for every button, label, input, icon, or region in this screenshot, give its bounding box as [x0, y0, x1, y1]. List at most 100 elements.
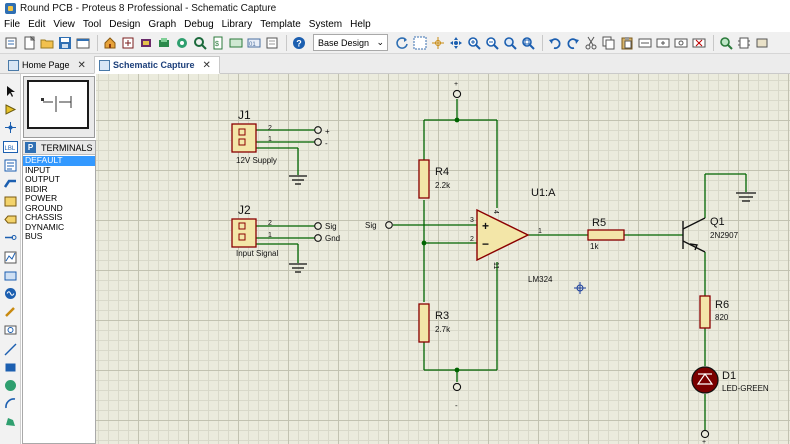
tab-schematic-capture-label: Schematic Capture — [113, 60, 195, 70]
zoom-out-icon[interactable] — [484, 35, 500, 51]
resistor-r4[interactable]: R4 2.2k — [418, 159, 451, 199]
device-pins-mode-icon[interactable] — [3, 230, 18, 244]
r5-ref: R5 — [592, 217, 606, 229]
schematic-canvas[interactable]: J1 12V Supply 2 1 + - J2 Input Signal 2 … — [96, 74, 790, 444]
gerber-viewer-icon[interactable] — [174, 35, 190, 51]
connector-j1[interactable]: J1 12V Supply 2 1 + - — [231, 108, 330, 165]
active-popup-mode-icon[interactable] — [3, 268, 18, 282]
terminals-panel-title: TERMINALS — [41, 142, 93, 153]
chevron-down-icon: ⌄ — [376, 37, 384, 47]
resistor-r6[interactable]: R6 820 — [699, 295, 729, 329]
design-explorer-icon[interactable] — [192, 35, 208, 51]
component-mode-icon[interactable] — [3, 102, 18, 116]
selection-mode-icon[interactable] — [3, 84, 18, 98]
menu-help[interactable]: Help — [346, 19, 375, 30]
terminals-panel-header: P TERMINALS — [23, 141, 95, 155]
subcircuit-mode-icon[interactable] — [3, 194, 18, 208]
r3-value: 2.7k — [435, 325, 451, 334]
cut-icon[interactable] — [583, 35, 599, 51]
toggle-grid-icon[interactable] — [412, 35, 428, 51]
open-folder-icon[interactable] — [39, 35, 55, 51]
copy-icon[interactable] — [601, 35, 617, 51]
menu-system[interactable]: System — [305, 19, 346, 30]
design-variant-dropdown[interactable]: Base Design ⌄ — [313, 34, 388, 51]
new-project-icon[interactable] — [21, 35, 37, 51]
virtual-instruments-mode-icon[interactable] — [3, 322, 18, 336]
junction-dot-icon[interactable] — [3, 120, 18, 134]
pick-parts-icon[interactable] — [718, 35, 734, 51]
undo-icon[interactable] — [547, 35, 563, 51]
paste-icon[interactable] — [619, 35, 635, 51]
help-icon[interactable]: ? — [291, 35, 307, 51]
home-page-icon — [8, 59, 19, 71]
close-project-icon[interactable] — [75, 35, 91, 51]
terminals-mode-icon[interactable] — [3, 212, 18, 226]
bottom-ground-terminal-label: - — [455, 401, 458, 410]
new-sheet-icon[interactable] — [3, 35, 19, 51]
menu-edit[interactable]: Edit — [24, 19, 49, 30]
pan-icon[interactable] — [448, 35, 464, 51]
toolbar-separator — [286, 34, 287, 51]
2d-box-icon[interactable] — [3, 360, 18, 374]
make-device-icon[interactable] — [736, 35, 752, 51]
menu-tool[interactable]: Tool — [79, 19, 105, 30]
project-notes-icon[interactable] — [264, 35, 280, 51]
u1-ref: U1:A — [531, 187, 556, 199]
zoom-all-icon[interactable] — [502, 35, 518, 51]
j2-gnd-terminal-label: Gnd — [325, 234, 340, 243]
d1-value: LED-GREEN — [722, 384, 769, 393]
schematic-capture-icon[interactable] — [120, 35, 136, 51]
menu-library[interactable]: Library — [218, 19, 257, 30]
schematic-drawing[interactable]: J1 12V Supply 2 1 + - J2 Input Signal 2 … — [96, 74, 790, 444]
tab-schematic-capture[interactable]: Schematic Capture ✕ — [94, 56, 220, 74]
menu-graph[interactable]: Graph — [144, 19, 180, 30]
toggle-origin-icon[interactable] — [430, 35, 446, 51]
block-copy-icon[interactable] — [637, 35, 653, 51]
block-rotate-icon[interactable] — [673, 35, 689, 51]
pick-button[interactable]: P — [25, 142, 36, 153]
transistor-q1[interactable]: Q1 2N2907 — [682, 216, 739, 253]
tab-home-page[interactable]: Home Page ✕ — [4, 56, 90, 74]
redo-icon[interactable] — [565, 35, 581, 51]
source-code-icon[interactable]: 01 — [246, 35, 262, 51]
package-tool-icon[interactable] — [754, 35, 770, 51]
close-icon[interactable]: ✕ — [203, 60, 211, 71]
generator-mode-icon[interactable] — [3, 286, 18, 300]
close-icon[interactable]: ✕ — [78, 60, 86, 71]
zoom-area-icon[interactable] — [520, 35, 536, 51]
buses-mode-icon[interactable] — [3, 176, 18, 190]
menu-view[interactable]: View — [49, 19, 79, 30]
3d-viewer-icon[interactable] — [156, 35, 172, 51]
svg-text:$: $ — [215, 41, 219, 48]
terminal-item-bus[interactable]: BUS — [23, 231, 95, 242]
probe-mode-icon[interactable] — [3, 304, 18, 318]
2d-line-icon[interactable] — [3, 342, 18, 356]
wire-label-icon[interactable]: LBL — [3, 140, 18, 154]
schematic-capture-tab-icon — [99, 59, 110, 71]
refresh-icon[interactable] — [394, 35, 410, 51]
menu-debug[interactable]: Debug — [180, 19, 217, 30]
2d-arc-icon[interactable] — [3, 396, 18, 410]
block-delete-icon[interactable] — [691, 35, 707, 51]
overview-viewport[interactable] — [27, 80, 89, 129]
2d-circle-icon[interactable] — [3, 378, 18, 392]
menu-design[interactable]: Design — [105, 19, 144, 30]
graph-mode-icon[interactable] — [3, 250, 18, 264]
block-move-icon[interactable] — [655, 35, 671, 51]
menu-template[interactable]: Template — [256, 19, 305, 30]
overview-window[interactable] — [23, 76, 95, 138]
text-script-icon[interactable] — [3, 158, 18, 172]
zoom-in-icon[interactable] — [466, 35, 482, 51]
resistor-r3[interactable]: R3 2.7k — [418, 303, 451, 343]
led-d1[interactable]: D1 LED-GREEN — [691, 366, 769, 394]
2d-path-icon[interactable] — [3, 414, 18, 428]
save-icon[interactable] — [57, 35, 73, 51]
menu-file[interactable]: File — [0, 19, 24, 30]
pcb-layout-icon[interactable] — [138, 35, 154, 51]
tab-home-page-label: Home Page — [22, 60, 70, 70]
visual-designer-icon[interactable] — [228, 35, 244, 51]
connector-j2[interactable]: J2 Input Signal 2 1 Sig Gnd — [231, 203, 340, 258]
resistor-r5[interactable]: R5 1k — [587, 217, 625, 251]
bill-of-materials-icon[interactable]: $ — [210, 35, 226, 51]
home-icon[interactable] — [102, 35, 118, 51]
